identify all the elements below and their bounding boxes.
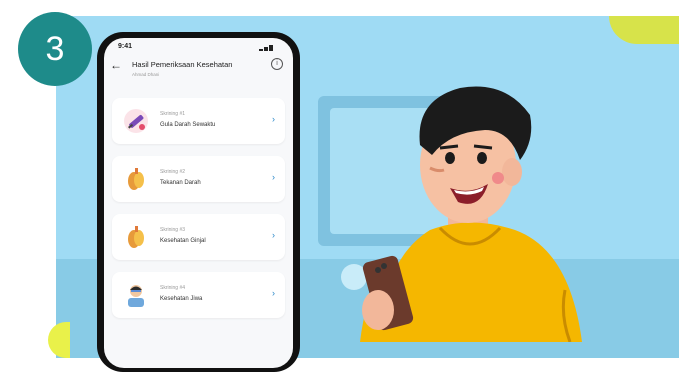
kidney-icon (128, 226, 144, 248)
card-title: Gula Darah Sewaktu (160, 122, 216, 128)
syringe-icon (124, 109, 148, 133)
man-with-phone-illustration (360, 86, 582, 342)
screen-header: ← Hasil Pemeriksaan Kesehatan Ahmad Dhan… (104, 56, 293, 86)
screening-card-1[interactable]: Skrining #1 Gula Darah Sewaktu › (112, 98, 285, 144)
chevron-right-icon: › (272, 114, 275, 124)
card-label: Skrining #1 (160, 111, 186, 117)
back-arrow-icon[interactable]: ← (110, 58, 122, 72)
info-icon[interactable]: i (271, 58, 283, 70)
chevron-right-icon: › (272, 172, 275, 182)
corner-decoration (609, 16, 679, 44)
card-label: Skrining #3 (160, 227, 186, 233)
chevron-right-icon: › (272, 230, 275, 240)
mental-health-icon (128, 285, 144, 307)
step-number-badge: 3 (18, 12, 92, 86)
card-label: Skrining #4 (160, 285, 186, 291)
card-title: Kesehatan Jiwa (160, 296, 203, 302)
chevron-right-icon: › (272, 288, 275, 298)
page-subtitle: Ahmad Dhani (132, 72, 160, 77)
screening-card-3[interactable]: Skrining #3 Kesehatan Ginjal › (112, 214, 285, 260)
card-title: Tekanan Darah (160, 180, 201, 186)
card-title: Kesehatan Ginjal (160, 238, 206, 244)
bottom-left-decoration (48, 322, 70, 358)
signal-icon (259, 44, 281, 51)
status-bar: 9:41 (116, 42, 281, 54)
screening-card-2[interactable]: Skrining #2 Tekanan Darah › (112, 156, 285, 202)
screening-card-4[interactable]: Skrining #4 Kesehatan Jiwa › (112, 272, 285, 318)
card-label: Skrining #2 (160, 169, 186, 175)
page-title: Hasil Pemeriksaan Kesehatan (132, 60, 233, 69)
status-time: 9:41 (118, 43, 133, 50)
organ-icon (128, 168, 144, 190)
phone-screen: 9:41 ← Hasil Pemeriksaan Kesehatan Ahmad… (104, 38, 293, 368)
